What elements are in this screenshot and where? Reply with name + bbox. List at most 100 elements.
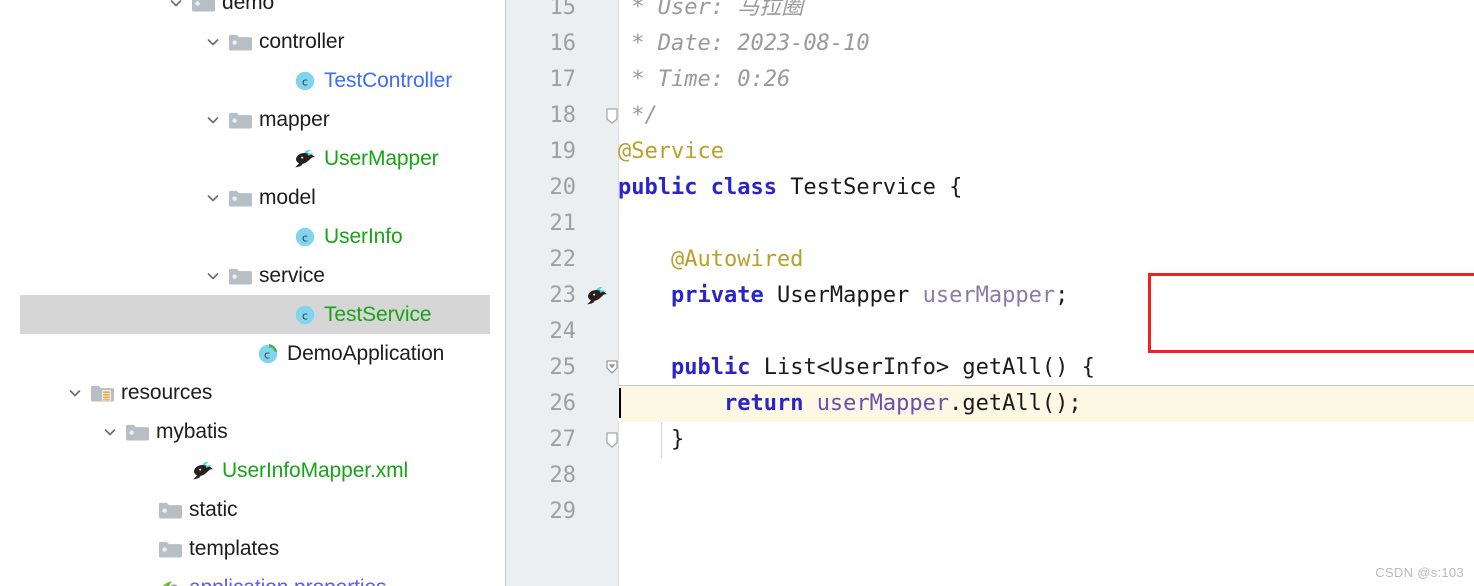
tree-item-model[interactable]: model <box>0 178 496 217</box>
indent-guide <box>661 422 662 458</box>
folder-icon <box>123 412 151 451</box>
chevron-down-icon[interactable] <box>97 412 123 451</box>
tree-item-mapper[interactable]: mapper <box>0 100 496 139</box>
tree-item-controller[interactable]: controller <box>0 22 496 61</box>
svg-text:c: c <box>302 231 308 244</box>
tree-item-usermapper[interactable]: UserMapper <box>0 139 496 178</box>
line-number: 24 <box>549 319 577 344</box>
chevron-down-icon[interactable] <box>200 178 226 217</box>
tree-item-label: mybatis <box>156 420 228 443</box>
line-number: 23 <box>549 283 577 308</box>
tree-item-content: static <box>0 490 496 529</box>
line-number: 26 <box>549 391 577 416</box>
tree-arrow-placeholder <box>265 139 291 178</box>
tree-item-testcontroller[interactable]: c TestController <box>0 61 496 100</box>
folder-icon <box>226 22 254 61</box>
code-line-18[interactable]: 18 */ <box>506 98 1474 134</box>
code-line-16[interactable]: 16 * Date: 2023-08-10 <box>506 26 1474 62</box>
code-text: * Time: 0:26 <box>618 67 791 92</box>
line-number: 29 <box>549 499 577 524</box>
tree-item-label: resources <box>121 381 213 404</box>
code-text: return userMapper.getAll(); <box>723 391 1082 416</box>
code-text: } <box>618 427 685 452</box>
tree-item-demoapplication[interactable]: c DemoApplication <box>0 334 496 373</box>
code-text: */ <box>618 103 658 128</box>
text-caret <box>619 388 621 418</box>
tree-item-demo[interactable]: demo <box>0 0 496 22</box>
java-class-icon: c <box>291 217 319 256</box>
tree-item-application-properties[interactable]: application.properties <box>0 568 496 586</box>
project-tree-list[interactable]: demo controller c TestController mapper UserM… <box>0 0 496 586</box>
line-number: 21 <box>549 211 577 236</box>
code-line-29[interactable]: 29 <box>506 494 1474 530</box>
code-text: public class TestService { <box>618 175 963 200</box>
folder-icon <box>189 0 217 22</box>
line-number: 18 <box>549 103 577 128</box>
tree-item-content: demo <box>0 0 496 22</box>
folder-icon <box>226 100 254 139</box>
tree-item-label: mapper <box>259 108 330 131</box>
line-number: 27 <box>549 427 577 452</box>
code-line-26[interactable]: 26 return userMapper.getAll(); <box>506 386 1474 422</box>
tree-item-testservice[interactable]: c TestService <box>0 295 496 334</box>
tree-item-resources[interactable]: resources <box>0 373 496 412</box>
tree-arrow-placeholder <box>130 568 156 586</box>
tree-arrow-placeholder <box>265 295 291 334</box>
tree-item-label: demo <box>222 0 275 14</box>
tree-item-label: TestService <box>324 303 432 326</box>
tree-item-templates[interactable]: templates <box>0 529 496 568</box>
tree-item-label: DemoApplication <box>287 342 445 365</box>
tree-item-content: model <box>0 178 496 217</box>
tree-item-content: controller <box>0 22 496 61</box>
tree-item-content: mapper <box>0 100 496 139</box>
tree-item-content: application.properties <box>0 568 496 586</box>
tree-item-label: UserInfo <box>324 225 403 248</box>
tree-arrow-placeholder <box>163 451 189 490</box>
chevron-down-icon[interactable] <box>163 0 189 22</box>
tree-item-mybatis[interactable]: mybatis <box>0 412 496 451</box>
code-line-27[interactable]: 27 } <box>506 422 1474 458</box>
code-text: @Autowired <box>618 247 804 272</box>
watermark: CSDN @s:103 <box>1375 565 1464 580</box>
code-line-25[interactable]: 25 public List<UserInfo> getAll() { <box>506 350 1474 386</box>
code-line-20[interactable]: 20 public class TestService { <box>506 170 1474 206</box>
tree-item-content: c TestController <box>0 61 496 100</box>
java-class-icon: c <box>291 61 319 100</box>
tree-item-content: service <box>0 256 496 295</box>
mybatis-gutter-icon[interactable] <box>584 278 610 314</box>
tree-item-label: UserInfoMapper.xml <box>222 459 409 482</box>
code-text: private UserMapper userMapper; <box>670 283 1069 308</box>
tree-item-userinfo[interactable]: c UserInfo <box>0 217 496 256</box>
code-editor[interactable]: 15 * User: 马拉圈 16 * Date: 2023-08-10 17 * … <box>506 0 1474 586</box>
tree-arrow-placeholder <box>130 529 156 568</box>
chevron-down-icon[interactable] <box>62 373 88 412</box>
tree-arrow-placeholder <box>265 217 291 256</box>
code-line-21[interactable]: 21 <box>506 206 1474 242</box>
folder-icon <box>156 529 184 568</box>
code-line-28[interactable]: 28 <box>506 458 1474 494</box>
tree-item-label: static <box>189 498 238 521</box>
tree-item-content: UserMapper <box>0 139 496 178</box>
tree-item-static[interactable]: static <box>0 490 496 529</box>
mybatis-mapper-icon <box>189 451 217 490</box>
tree-item-service[interactable]: service <box>0 256 496 295</box>
tree-item-content: resources <box>0 373 496 412</box>
code-line-17[interactable]: 17 * Time: 0:26 <box>506 62 1474 98</box>
code-line-15[interactable]: 15 * User: 马拉圈 <box>506 0 1474 26</box>
tree-item-content: c UserInfo <box>0 217 496 256</box>
tree-item-label: application.properties <box>189 568 387 586</box>
chevron-down-icon[interactable] <box>200 100 226 139</box>
code-text: * Date: 2023-08-10 <box>618 31 870 56</box>
code-line-19[interactable]: 19 @Service <box>506 134 1474 170</box>
java-class-icon: c <box>291 295 319 334</box>
chevron-down-icon[interactable] <box>200 22 226 61</box>
tree-item-userinfomapper-xml[interactable]: UserInfoMapper.xml <box>0 451 496 490</box>
tree-item-label: service <box>259 264 325 287</box>
resources-folder-icon <box>88 373 116 412</box>
spring-boot-main-icon: c <box>254 334 282 373</box>
line-number: 25 <box>549 355 577 380</box>
project-tree-panel[interactable]: demo controller c TestController mapper UserM… <box>0 0 496 586</box>
chevron-down-icon[interactable] <box>200 256 226 295</box>
idea-window: demo controller c TestController mapper UserM… <box>0 0 1474 586</box>
spring-config-icon <box>156 568 184 586</box>
